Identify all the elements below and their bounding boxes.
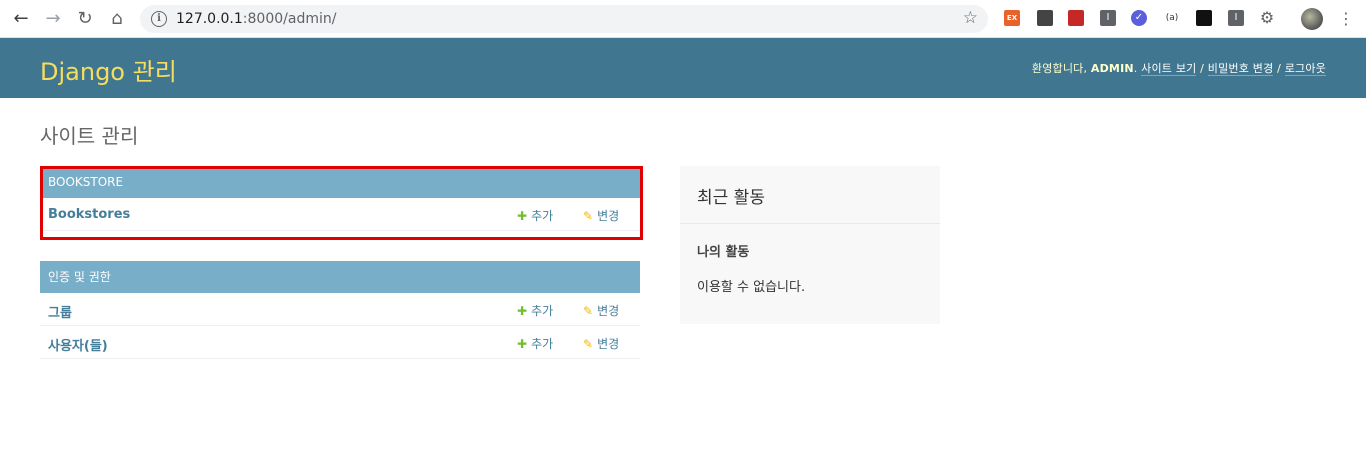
pencil-icon: ✎: [583, 337, 594, 351]
recent-actions-panel: 최근 활동 나의 활동 이용할 수 없습니다.: [680, 166, 940, 324]
change-password-link[interactable]: 비밀번호 변경: [1207, 62, 1274, 76]
module-auth: 인증 및 권한 그룹 ✚ 추가 ✎ 변경 사용자(들) ✚ 추가 ✎ 변경: [40, 261, 640, 359]
back-icon[interactable]: ←: [5, 3, 37, 35]
welcome-text: 환영합니다,: [1031, 62, 1091, 75]
extension-shield-icon[interactable]: [1196, 10, 1212, 26]
browser-toolbar: ← → ↻ ⌂ i 127.0.0.1:8000/admin/ ☆ EX I ✓…: [0, 0, 1366, 38]
change-link[interactable]: ✎ 변경: [583, 302, 619, 319]
extension-ex-icon[interactable]: EX: [1004, 10, 1020, 26]
gear-icon[interactable]: ⚙: [1259, 10, 1275, 26]
view-site-link[interactable]: 사이트 보기: [1141, 62, 1197, 76]
add-link[interactable]: ✚ 추가: [517, 335, 553, 352]
menu-kebab-icon[interactable]: ⋮: [1338, 9, 1354, 29]
url-text[interactable]: 127.0.0.1:8000/admin/: [176, 11, 336, 27]
table-row: 그룹 ✚ 추가 ✎ 변경: [40, 293, 640, 326]
extension-i-icon[interactable]: I: [1100, 10, 1116, 26]
user-tools: 환영합니다, ADMIN. 사이트 보기 / 비밀번호 변경 / 로그아웃: [1031, 62, 1326, 76]
forward-icon[interactable]: →: [37, 3, 69, 35]
plus-icon: ✚: [517, 337, 528, 351]
logout-link[interactable]: 로그아웃: [1284, 62, 1326, 76]
reload-icon[interactable]: ↻: [69, 3, 101, 35]
highlight-box: [40, 166, 643, 240]
username: ADMIN: [1090, 62, 1134, 75]
home-icon[interactable]: ⌂: [101, 3, 133, 35]
admin-header: Django 관리 환영합니다, ADMIN. 사이트 보기 / 비밀번호 변경…: [0, 38, 1366, 98]
extension-i-icon[interactable]: I: [1228, 10, 1244, 26]
module-caption[interactable]: 인증 및 권한: [40, 261, 640, 293]
divider: [680, 223, 940, 224]
recent-actions-title: 최근 활동: [697, 188, 765, 208]
site-branding[interactable]: Django 관리: [40, 52, 177, 87]
add-link[interactable]: ✚ 추가: [517, 302, 553, 319]
bookmark-star-icon[interactable]: ☆: [963, 8, 978, 28]
no-actions-text: 이용할 수 없습니다.: [697, 280, 806, 295]
extension-window-icon[interactable]: [1037, 10, 1053, 26]
change-link[interactable]: ✎ 변경: [583, 335, 619, 352]
address-bar[interactable]: i 127.0.0.1:8000/admin/ ☆: [140, 5, 988, 33]
plus-icon: ✚: [517, 304, 528, 318]
extension-check-icon[interactable]: ✓: [1131, 10, 1147, 26]
table-row: 사용자(들) ✚ 추가 ✎ 변경: [40, 326, 640, 359]
my-actions-heading: 나의 활동: [697, 245, 750, 260]
site-info-icon[interactable]: i: [151, 11, 167, 27]
page-title: 사이트 관리: [40, 124, 139, 148]
profile-avatar[interactable]: [1301, 8, 1323, 30]
pencil-icon: ✎: [583, 304, 594, 318]
extension-pdf-icon[interactable]: [1068, 10, 1084, 26]
extension-a-icon[interactable]: (a): [1164, 10, 1180, 26]
model-link-groups[interactable]: 그룹: [48, 302, 72, 321]
model-link-users[interactable]: 사용자(들): [48, 335, 108, 354]
